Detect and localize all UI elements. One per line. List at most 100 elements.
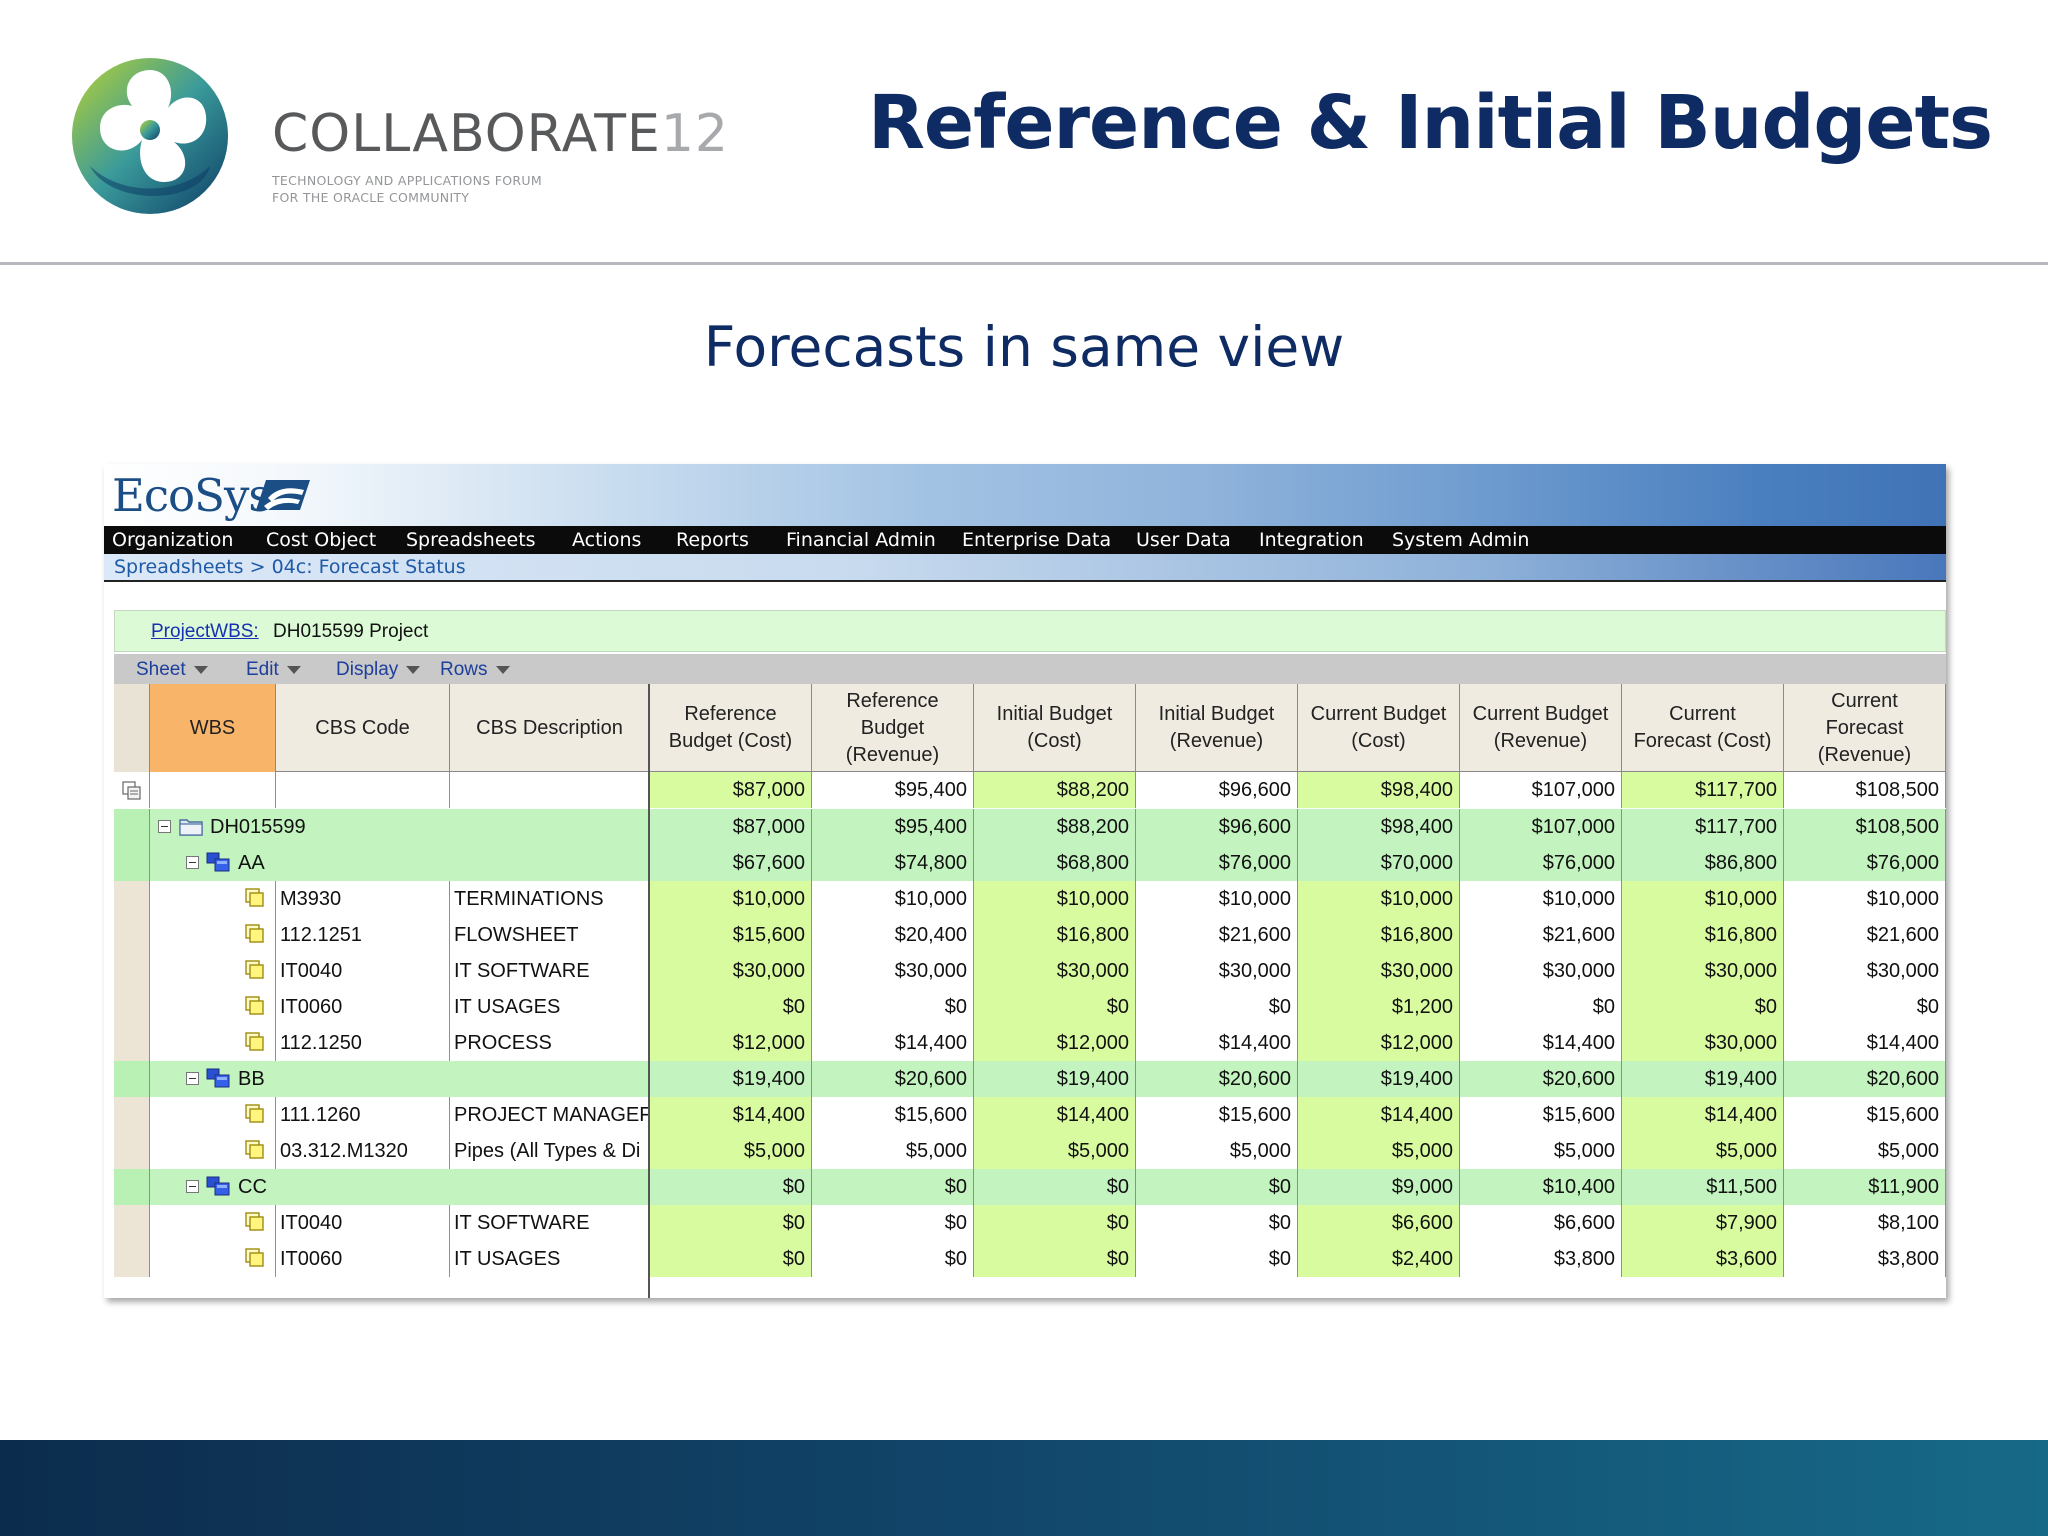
menu-cost-object[interactable]: Cost Object [266,526,376,554]
menu-system-admin[interactable]: System Admin [1392,526,1529,554]
value-initial-budget-revenue[interactable]: $5,000 [1136,1133,1298,1169]
cost-item-row[interactable]: 112.1250 PROCESS $12,000 $14,400 $12,000 $14,… [114,1025,1946,1061]
value-current-forecast-cost[interactable]: $0 [1622,989,1784,1025]
collapse-toggle-icon[interactable] [186,856,199,869]
cbs-code-cell[interactable]: IT0060 [276,1241,450,1277]
breadcrumb-text[interactable]: Spreadsheets > 04c: Forecast Status [114,554,466,581]
menu-spreadsheets[interactable]: Spreadsheets [406,526,536,554]
column-header-initial-budget-revenue[interactable]: Initial Budget (Revenue) [1136,684,1298,772]
column-header-current-budget-revenue[interactable]: Current Budget (Revenue) [1460,684,1622,772]
cbs-description-cell[interactable]: IT USAGES [450,989,650,1025]
cbs-code-cell[interactable]: 111.1260 [276,1097,450,1133]
value-reference-budget-revenue[interactable]: $95,400 [812,809,974,845]
value-initial-budget-cost[interactable]: $5,000 [974,1133,1136,1169]
collapse-toggle-icon[interactable] [158,820,171,833]
value-initial-budget-revenue[interactable]: $15,600 [1136,1097,1298,1133]
cost-item-row[interactable]: IT0040 IT SOFTWARE $0 $0 $0 $0 $6,600 $6,600 $7,… [114,1205,1946,1241]
menu-integration[interactable]: Integration [1259,526,1364,554]
column-header-cbs-code[interactable]: CBS Code [276,684,450,772]
value-current-forecast-cost[interactable]: $11,500 [1622,1169,1784,1205]
value-current-budget-revenue[interactable]: $6,600 [1460,1205,1622,1241]
value-current-forecast-revenue[interactable]: $11,900 [1784,1169,1946,1205]
column-header-current-forecast-cost[interactable]: Current Forecast (Cost) [1622,684,1784,772]
value-current-budget-cost[interactable]: $98,400 [1298,772,1460,808]
column-header-wbs[interactable]: WBS [150,684,276,772]
value-initial-budget-revenue[interactable]: $20,600 [1136,1061,1298,1097]
value-reference-budget-revenue[interactable]: $0 [812,1169,974,1205]
value-current-budget-cost[interactable]: $30,000 [1298,953,1460,989]
value-current-budget-cost[interactable]: $98,400 [1298,809,1460,845]
value-current-forecast-cost[interactable]: $7,900 [1622,1205,1784,1241]
cbs-description-cell[interactable]: IT SOFTWARE [450,1205,650,1241]
value-reference-budget-cost[interactable]: $0 [650,1241,812,1277]
value-current-forecast-cost[interactable]: $19,400 [1622,1061,1784,1097]
wbs-group-row[interactable]: BB $19,400 $20,600 $19,400 $20,600 $19,400 $20… [114,1061,1946,1097]
wbs-group-row[interactable]: CC $0 $0 $0 $0 $9,000 $10,400 $11,500 $11,900 [114,1169,1946,1205]
wbs-group-row[interactable]: DH015599 $87,000 $95,400 $88,200 $96,600 $98,… [114,809,1946,845]
value-initial-budget-revenue[interactable]: $21,600 [1136,917,1298,953]
value-current-forecast-revenue[interactable]: $30,000 [1784,953,1946,989]
value-reference-budget-cost[interactable]: $19,400 [650,1061,812,1097]
value-current-forecast-cost[interactable]: $10,000 [1622,881,1784,917]
value-initial-budget-revenue[interactable]: $30,000 [1136,953,1298,989]
project-wbs-link[interactable]: ProjectWBS: [151,621,259,643]
value-initial-budget-cost[interactable]: $88,200 [974,772,1136,808]
value-initial-budget-revenue[interactable]: $14,400 [1136,1025,1298,1061]
cost-item-row[interactable]: M3930 TERMINATIONS $10,000 $10,000 $10,000 $1… [114,881,1946,917]
value-initial-budget-cost[interactable]: $10,000 [974,881,1136,917]
value-initial-budget-cost[interactable]: $88,200 [974,809,1136,845]
value-initial-budget-revenue[interactable]: $0 [1136,989,1298,1025]
value-current-budget-cost[interactable]: $19,400 [1298,1061,1460,1097]
cbs-description-cell[interactable]: PROCESS [450,1025,650,1061]
cbs-code-cell[interactable]: 112.1251 [276,917,450,953]
cbs-code-cell[interactable]: 03.312.M1320 [276,1133,450,1169]
frozen-columns-divider[interactable] [648,684,650,1298]
value-initial-budget-cost[interactable]: $0 [974,1205,1136,1241]
column-header-initial-budget-cost[interactable]: Initial Budget (Cost) [974,684,1136,772]
column-header-reference-budget-revenue[interactable]: Reference Budget (Revenue) [812,684,974,772]
cbs-code-cell[interactable]: M3930 [276,881,450,917]
toolbar-rows-menu[interactable]: Rows [440,654,510,685]
value-current-forecast-revenue[interactable]: $14,400 [1784,1025,1946,1061]
value-reference-budget-cost[interactable]: $0 [650,1169,812,1205]
value-reference-budget-revenue[interactable]: $95,400 [812,772,974,808]
value-initial-budget-cost[interactable]: $0 [974,1241,1136,1277]
value-current-forecast-revenue[interactable]: $108,500 [1784,772,1946,808]
value-current-forecast-cost[interactable]: $30,000 [1622,953,1784,989]
cbs-description-cell[interactable]: TERMINATIONS [450,881,650,917]
value-current-budget-revenue[interactable]: $107,000 [1460,809,1622,845]
value-reference-budget-revenue[interactable]: $20,400 [812,917,974,953]
freeze-panes-button[interactable] [114,772,150,808]
value-current-forecast-revenue[interactable]: $0 [1784,989,1946,1025]
value-initial-budget-revenue[interactable]: $96,600 [1136,772,1298,808]
cost-item-row[interactable]: IT0060 IT USAGES $0 $0 $0 $0 $2,400 $3,800 $3,60… [114,1241,1946,1277]
value-current-forecast-cost[interactable]: $3,600 [1622,1241,1784,1277]
value-initial-budget-cost[interactable]: $30,000 [974,953,1136,989]
column-header-reference-budget-cost[interactable]: Reference Budget (Cost) [650,684,812,772]
cbs-code-cell[interactable]: IT0060 [276,989,450,1025]
value-reference-budget-revenue[interactable]: $10,000 [812,881,974,917]
value-reference-budget-revenue[interactable]: $74,800 [812,845,974,881]
value-current-forecast-revenue[interactable]: $8,100 [1784,1205,1946,1241]
menu-organization[interactable]: Organization [112,526,233,554]
value-current-forecast-revenue[interactable]: $108,500 [1784,809,1946,845]
cbs-description-cell[interactable]: Pipes (All Types & Di [450,1133,650,1169]
value-reference-budget-cost[interactable]: $12,000 [650,1025,812,1061]
collapse-toggle-icon[interactable] [186,1072,199,1085]
value-current-budget-revenue[interactable]: $10,000 [1460,881,1622,917]
value-reference-budget-cost[interactable]: $10,000 [650,881,812,917]
value-reference-budget-revenue[interactable]: $15,600 [812,1097,974,1133]
value-current-forecast-revenue[interactable]: $20,600 [1784,1061,1946,1097]
cost-item-row[interactable]: 03.312.M1320 Pipes (All Types & Di $5,000 $… [114,1133,1946,1169]
value-reference-budget-revenue[interactable]: $0 [812,1241,974,1277]
value-initial-budget-revenue[interactable]: $10,000 [1136,881,1298,917]
value-current-budget-revenue[interactable]: $107,000 [1460,772,1622,808]
menu-financial-admin[interactable]: Financial Admin [786,526,936,554]
value-reference-budget-cost[interactable]: $0 [650,989,812,1025]
value-initial-budget-revenue[interactable]: $76,000 [1136,845,1298,881]
value-reference-budget-cost[interactable]: $87,000 [650,772,812,808]
value-current-forecast-cost[interactable]: $16,800 [1622,917,1784,953]
toolbar-sheet-menu[interactable]: Sheet [136,654,208,685]
value-current-budget-cost[interactable]: $16,800 [1298,917,1460,953]
value-reference-budget-revenue[interactable]: $5,000 [812,1133,974,1169]
